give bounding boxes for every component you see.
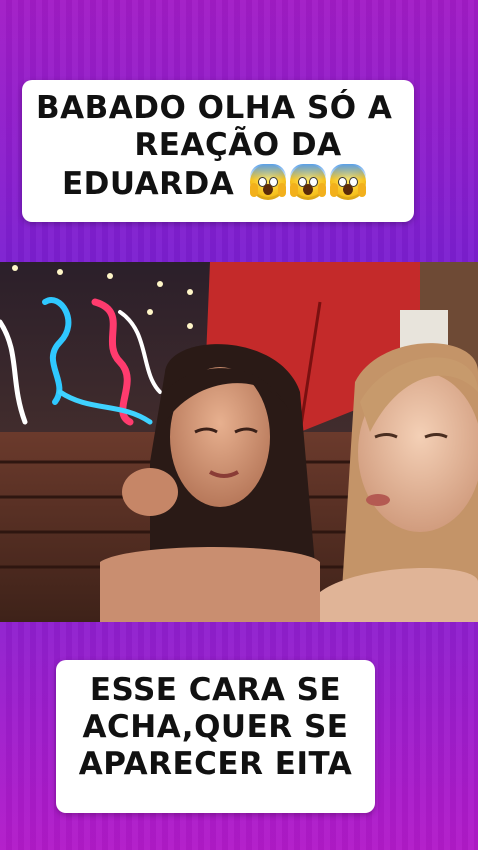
video-scene bbox=[0, 262, 478, 622]
bottom-caption-line-3: APARECER EITA bbox=[78, 746, 353, 783]
face-screaming-in-fear-icon bbox=[329, 164, 366, 201]
top-caption-line-1: BABADO OLHA SÓ A bbox=[36, 90, 393, 126]
hand-on-cheek bbox=[122, 468, 178, 516]
bottom-caption-line-1: ESSE CARA SE bbox=[89, 672, 342, 708]
top-caption-line-2: REAÇÃO DA bbox=[134, 127, 342, 164]
top-caption-line-3-text: EDUARDA bbox=[62, 166, 235, 203]
bottom-caption-line-2: ACHA,QUER SE bbox=[82, 709, 349, 746]
top-caption-line-3: EDUARDA bbox=[22, 164, 414, 203]
bottom-caption-box: ESSE CARA SE ACHA,QUER SE APARECER EITA bbox=[56, 660, 375, 813]
face-screaming-in-fear-icon bbox=[289, 164, 326, 201]
video-frame[interactable] bbox=[0, 262, 478, 622]
face-screaming-in-fear-icon bbox=[249, 164, 286, 201]
top-caption-box: BABADO OLHA SÓ A REAÇÃO DA EDUARDA bbox=[22, 80, 414, 222]
